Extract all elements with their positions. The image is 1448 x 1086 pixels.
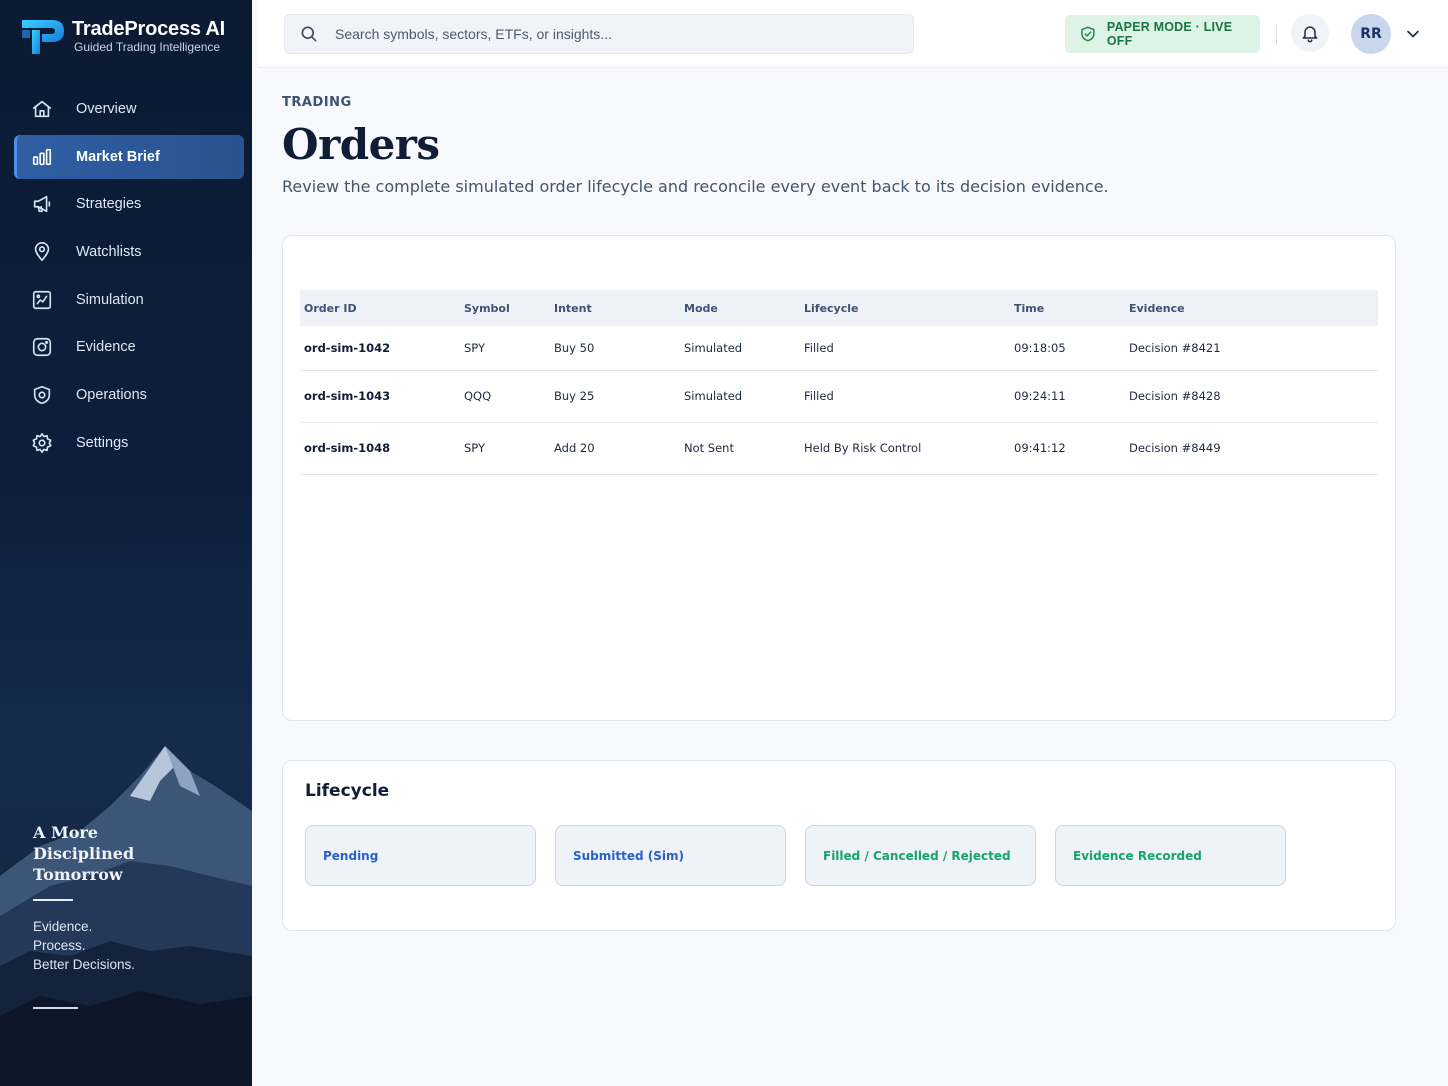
user-avatar[interactable]: RR [1351,14,1391,54]
evidence-cell: Decision #8421 [1129,340,1221,355]
mode-cell: Simulated [684,389,743,403]
lifecycle-stage-pending: Pending [305,825,536,886]
brand-title: TradeProcess AI [72,18,226,40]
chevron-down-icon [1407,30,1419,38]
gear-icon [30,431,54,455]
time-cell: 09:24:11 [1014,389,1066,403]
tp-logo-mark [22,20,64,54]
page-title: Orders [282,120,440,169]
lifecycle-cell: Filled [804,340,834,355]
symbol-cell: SPY [464,441,486,455]
brand-subtitle: Guided Trading Intelligence [74,40,221,54]
shield-icon [30,383,54,407]
lifecycle-title: Lifecycle [305,781,390,801]
tagline-line: Evidence. [33,919,93,934]
tagline-line: Process. [33,938,86,953]
order-id-cell: ord-sim-1048 [304,441,391,455]
column-header-time[interactable]: Time [1010,290,1125,326]
mode-status-text: PAPER MODE · LIVE OFF [1106,20,1233,48]
home-icon [30,97,54,121]
evidence-icon [30,335,54,359]
evidence-cell: Decision #8428 [1129,389,1221,403]
notifications-button[interactable] [1291,14,1329,52]
sidebar-item-settings[interactable]: Settings [14,421,244,465]
lifecycle-card: Lifecycle Pending Submitted (Sim) Filled… [282,760,1396,931]
top-header: PAPER MODE · LIVE OFF RR [258,0,1448,68]
table-row[interactable]: ord-sim-1043 QQQ Buy 25 Simulated Filled… [300,370,1378,422]
sidebar-item-label: Evidence [76,339,136,356]
sidebar-item-evidence[interactable]: Evidence [14,325,244,369]
simulation-chart-icon [30,288,54,312]
sidebar-nav: Overview Market Brief Strategies Watchli… [14,87,244,469]
intent-cell: Buy 25 [554,389,595,403]
sidebar: TradeProcess AI Guided Trading Intellige… [0,0,252,1086]
bar-chart-icon [30,145,54,169]
sidebar-item-label: Settings [76,434,129,451]
lifecycle-cell: Held By Risk Control [804,441,922,455]
symbol-cell: SPY [464,340,486,355]
intent-cell: Buy 50 [554,340,595,355]
lifecycle-stage-evidence-recorded: Evidence Recorded [1055,825,1286,886]
lifecycle-stage-filled: Filled / Cancelled / Rejected [805,825,1036,886]
order-id-cell: ord-sim-1042 [304,340,391,355]
sidebar-item-label: Market Brief [76,148,160,165]
sidebar-item-simulation[interactable]: Simulation [14,278,244,322]
sidebar-tagline: A More Disciplined Tomorrow Evidence. Pr… [33,822,233,974]
header-divider [1276,24,1277,44]
tagline-heading-line: Disciplined [33,844,135,863]
table-header-row: Order ID Symbol Intent Mode Lifecycle Ti… [300,290,1378,326]
sidebar-item-overview[interactable]: Overview [14,87,244,131]
search-icon [301,26,317,42]
sidebar-item-label: Operations [76,387,147,404]
tagline-divider [33,899,73,901]
search-input[interactable] [335,26,895,42]
intent-cell: Add 20 [554,441,595,455]
tagline-heading-line: A More [33,823,98,842]
map-pin-icon [30,240,54,264]
search-bar[interactable] [284,14,914,54]
orders-table: Order ID Symbol Intent Mode Lifecycle Ti… [300,290,1378,475]
orders-card: Order ID Symbol Intent Mode Lifecycle Ti… [282,235,1396,721]
sidebar-item-label: Strategies [76,196,142,213]
column-header-intent[interactable]: Intent [550,290,680,326]
sidebar-bottom-divider [33,1007,78,1009]
column-header-mode[interactable]: Mode [680,290,800,326]
table-row[interactable]: ord-sim-1042 SPY Buy 50 Simulated Filled… [300,326,1378,370]
symbol-cell: QQQ [464,389,492,403]
sidebar-item-watchlists[interactable]: Watchlists [14,230,244,274]
evidence-cell: Decision #8449 [1129,441,1221,455]
sidebar-item-market-brief[interactable]: Market Brief [14,134,244,179]
tagline-heading-line: Tomorrow [33,865,123,884]
mode-cell: Simulated [684,340,743,355]
order-id-cell: ord-sim-1043 [304,389,391,403]
shield-check-icon [1081,26,1095,42]
column-header-lifecycle[interactable]: Lifecycle [800,290,1010,326]
mode-status-badge: PAPER MODE · LIVE OFF [1065,15,1260,53]
page-eyebrow: TRADING [282,95,352,110]
time-cell: 09:18:05 [1014,340,1066,355]
sidebar-item-strategies[interactable]: Strategies [14,182,244,226]
time-cell: 09:41:12 [1014,441,1066,455]
mode-cell: Not Sent [684,441,734,455]
sidebar-item-operations[interactable]: Operations [14,373,244,417]
page-description: Review the complete simulated order life… [282,177,1109,196]
column-header-evidence[interactable]: Evidence [1125,290,1378,326]
sidebar-item-label: Overview [76,101,137,117]
sidebar-item-label: Simulation [76,291,144,308]
column-header-symbol[interactable]: Symbol [460,290,550,326]
bell-icon [1302,26,1318,43]
table-row[interactable]: ord-sim-1048 SPY Add 20 Not Sent Held By… [300,422,1378,474]
sidebar-item-label: Watchlists [76,244,142,261]
lifecycle-cell: Filled [804,389,834,403]
megaphone-icon [30,192,54,216]
brand-logo[interactable]: TradeProcess AI Guided Trading Intellige… [14,12,238,60]
account-menu-toggle[interactable] [1403,24,1423,44]
column-header-order-id[interactable]: Order ID [300,290,460,326]
tagline-line: Better Decisions. [33,957,136,972]
lifecycle-stage-submitted: Submitted (Sim) [555,825,786,886]
